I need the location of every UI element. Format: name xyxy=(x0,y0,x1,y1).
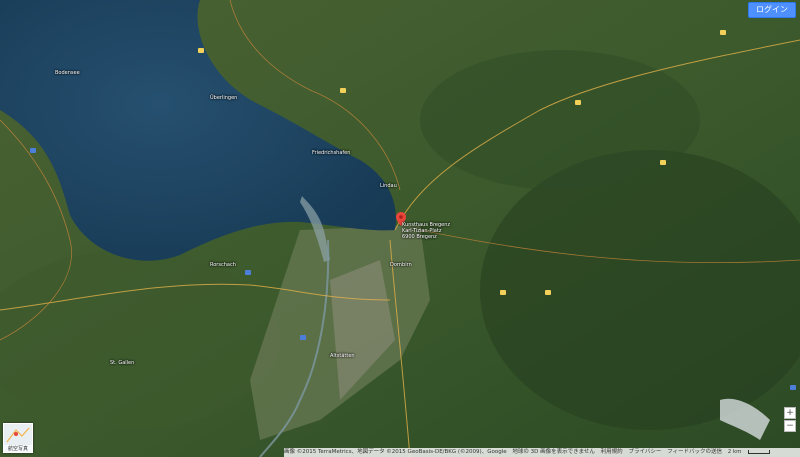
map-type-toggle[interactable]: 航空写真 xyxy=(3,423,33,453)
road-badge xyxy=(575,100,581,105)
feedback-link[interactable]: フィードバックの送信 xyxy=(667,449,722,455)
road-badge xyxy=(790,385,796,390)
place-label[interactable]: Dornbirn xyxy=(390,262,412,268)
place-label[interactable]: Friedrichshafen xyxy=(312,150,350,156)
map-thumbnail-icon xyxy=(4,424,32,446)
login-button[interactable]: ログイン xyxy=(748,2,796,18)
terms-link[interactable]: 利用規約 xyxy=(601,449,623,455)
place-label[interactable]: St. Gallen xyxy=(110,360,134,366)
road-badge xyxy=(198,48,204,53)
satellite-map[interactable]: ログイン Überlingen Friedrichshafen Lindau R… xyxy=(0,0,800,457)
road-badge xyxy=(30,148,36,153)
place-label[interactable]: Altstätten xyxy=(330,353,355,359)
road-badge xyxy=(660,160,666,165)
road-badge xyxy=(245,270,251,275)
scale-bar xyxy=(747,449,770,454)
map-imagery xyxy=(0,0,800,457)
place-label[interactable]: Bodensee xyxy=(55,70,80,76)
place-label[interactable]: Lindau xyxy=(380,183,397,189)
road-badge xyxy=(720,30,726,35)
zoom-in-button[interactable]: + xyxy=(784,407,796,419)
place-label[interactable]: Überlingen xyxy=(210,95,237,101)
zoom-out-button[interactable]: − xyxy=(784,420,796,432)
pin-label[interactable]: Kunsthaus Bregenz Karl-Tizian-Platz 6900… xyxy=(402,222,450,240)
road-badge xyxy=(500,290,506,295)
imagery-attribution: 画像 ©2015 TerraMetrics、地図データ ©2015 GeoBas… xyxy=(284,449,507,455)
road-badge xyxy=(300,335,306,340)
road-badge xyxy=(340,88,346,93)
map-footer: 画像 ©2015 TerraMetrics、地図データ ©2015 GeoBas… xyxy=(284,448,800,457)
no-3d-link[interactable]: 地球の 3D 画像を表示できません xyxy=(512,449,595,455)
place-label[interactable]: Rorschach xyxy=(210,262,236,268)
privacy-link[interactable]: プライバシー xyxy=(628,449,661,455)
scale-text: 2 km xyxy=(727,449,742,455)
road-badge xyxy=(545,290,551,295)
